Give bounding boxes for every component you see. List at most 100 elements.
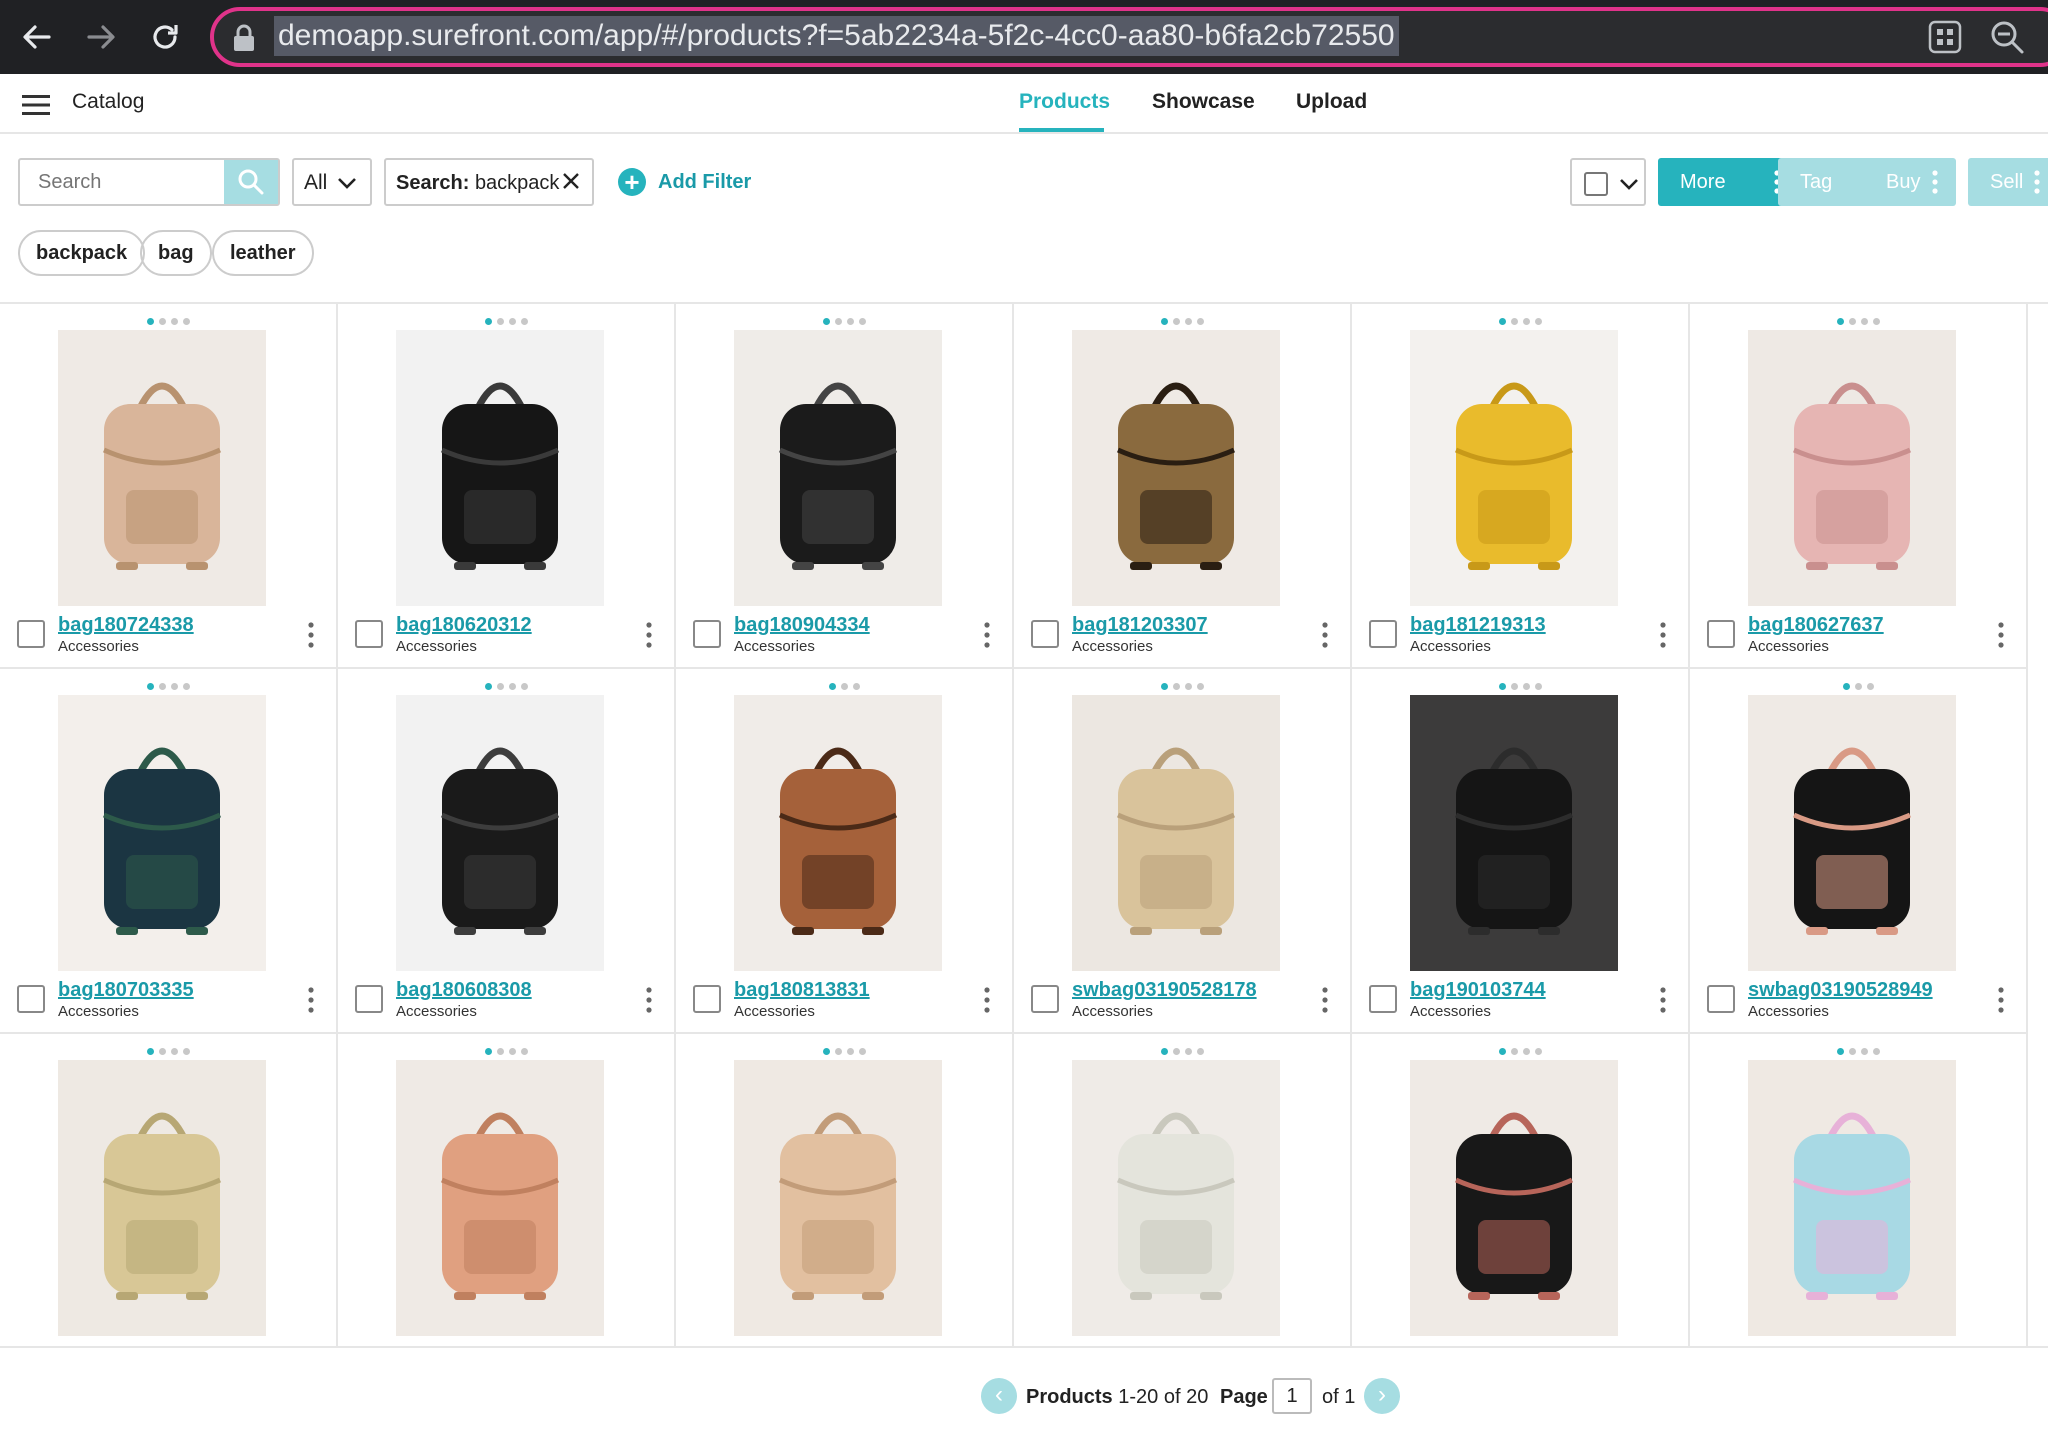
product-image[interactable] xyxy=(734,1060,942,1336)
product-card[interactable] xyxy=(0,1034,338,1346)
scope-select[interactable]: All xyxy=(292,158,372,206)
product-image[interactable] xyxy=(1748,695,1956,971)
tab-showcase[interactable]: Showcase xyxy=(1152,90,1255,114)
image-carousel-dots[interactable] xyxy=(1014,683,1350,690)
product-card[interactable]: bag180627637 Accessories xyxy=(1690,304,2028,669)
image-carousel-dots[interactable] xyxy=(0,318,336,325)
hamburger-menu-icon[interactable] xyxy=(20,92,52,118)
product-checkbox[interactable] xyxy=(355,620,383,648)
product-name-link[interactable]: bag180724338 xyxy=(58,614,194,637)
product-checkbox[interactable] xyxy=(355,985,383,1013)
product-image[interactable] xyxy=(1748,330,1956,606)
image-carousel-dots[interactable] xyxy=(1352,683,1688,690)
product-image[interactable] xyxy=(1748,1060,1956,1336)
product-card[interactable]: bag181219313 Accessories xyxy=(1352,304,1690,669)
product-checkbox[interactable] xyxy=(1369,985,1397,1013)
image-carousel-dots[interactable] xyxy=(0,683,336,690)
image-carousel-dots[interactable] xyxy=(1690,1048,2026,1055)
prev-page-button[interactable]: ‹ xyxy=(981,1378,1017,1414)
image-carousel-dots[interactable] xyxy=(1690,683,2026,690)
product-card[interactable] xyxy=(1690,1034,2028,1346)
product-checkbox[interactable] xyxy=(17,985,45,1013)
tab-upload[interactable]: Upload xyxy=(1296,90,1367,114)
product-name-link[interactable]: bag180813831 xyxy=(734,979,870,1002)
product-name-link[interactable]: swbag03190528949 xyxy=(1748,979,1933,1002)
product-name-link[interactable]: bag181203307 xyxy=(1072,614,1208,637)
kebab-menu-icon[interactable] xyxy=(1322,622,1328,648)
apps-grid-icon[interactable] xyxy=(1926,18,1964,56)
product-checkbox[interactable] xyxy=(1031,985,1059,1013)
product-checkbox[interactable] xyxy=(693,620,721,648)
product-card[interactable]: bag181203307 Accessories xyxy=(1014,304,1352,669)
image-carousel-dots[interactable] xyxy=(676,1048,1012,1055)
product-card[interactable]: swbag03190528949 Accessories xyxy=(1690,669,2028,1034)
image-carousel-dots[interactable] xyxy=(676,318,1012,325)
tag-chip[interactable]: leather xyxy=(212,230,314,276)
image-carousel-dots[interactable] xyxy=(1014,1048,1350,1055)
product-name-link[interactable]: swbag03190528178 xyxy=(1072,979,1257,1002)
product-name-link[interactable]: bag190103744 xyxy=(1410,979,1546,1002)
product-card[interactable] xyxy=(1014,1034,1352,1346)
sell-button[interactable]: Sell xyxy=(1968,158,2048,206)
url-text[interactable]: demoapp.surefront.com/app/#/products?f=5… xyxy=(274,16,1399,56)
image-carousel-dots[interactable] xyxy=(676,683,1012,690)
product-checkbox[interactable] xyxy=(1369,620,1397,648)
product-image[interactable] xyxy=(1410,1060,1618,1336)
product-image[interactable] xyxy=(1072,330,1280,606)
search-button[interactable] xyxy=(224,160,278,204)
kebab-menu-icon[interactable] xyxy=(646,622,652,648)
reload-icon[interactable] xyxy=(140,12,190,62)
image-carousel-dots[interactable] xyxy=(1352,1048,1688,1055)
product-card[interactable] xyxy=(676,1034,1014,1346)
product-name-link[interactable]: bag180608308 xyxy=(396,979,532,1002)
product-card[interactable]: bag180620312 Accessories xyxy=(338,304,676,669)
kebab-menu-icon[interactable] xyxy=(1660,987,1666,1013)
next-page-button[interactable]: › xyxy=(1364,1378,1400,1414)
tab-products[interactable]: Products xyxy=(1019,90,1110,114)
kebab-menu-icon[interactable] xyxy=(1322,987,1328,1013)
product-card[interactable]: bag180608308 Accessories xyxy=(338,669,676,1034)
image-carousel-dots[interactable] xyxy=(1690,318,2026,325)
tag-chip[interactable]: bag xyxy=(140,230,212,276)
product-checkbox[interactable] xyxy=(17,620,45,648)
kebab-menu-icon[interactable] xyxy=(984,622,990,648)
kebab-menu-icon[interactable] xyxy=(308,622,314,648)
kebab-menu-icon[interactable] xyxy=(1998,987,2004,1013)
product-image[interactable] xyxy=(1410,330,1618,606)
product-image[interactable] xyxy=(58,1060,266,1336)
product-card[interactable] xyxy=(1352,1034,1690,1346)
zoom-out-icon[interactable] xyxy=(1988,18,2026,56)
product-card[interactable]: bag190103744 Accessories xyxy=(1352,669,1690,1034)
product-checkbox[interactable] xyxy=(1707,620,1735,648)
product-card[interactable]: bag180724338 Accessories xyxy=(0,304,338,669)
product-card[interactable] xyxy=(338,1034,676,1346)
product-card[interactable]: bag180813831 Accessories xyxy=(676,669,1014,1034)
search-input[interactable] xyxy=(20,160,225,204)
close-icon[interactable] xyxy=(562,172,580,190)
product-card[interactable]: bag180703335 Accessories xyxy=(0,669,338,1034)
product-name-link[interactable]: bag180904334 xyxy=(734,614,870,637)
product-image[interactable] xyxy=(396,1060,604,1336)
kebab-menu-icon[interactable] xyxy=(1998,622,2004,648)
kebab-menu-icon[interactable] xyxy=(646,987,652,1013)
product-image[interactable] xyxy=(734,695,942,971)
page-number-input[interactable]: 1 xyxy=(1272,1378,1312,1414)
product-image[interactable] xyxy=(1072,695,1280,971)
product-image[interactable] xyxy=(1072,1060,1280,1336)
product-card[interactable]: swbag03190528178 Accessories xyxy=(1014,669,1352,1034)
kebab-menu-icon[interactable] xyxy=(308,987,314,1013)
kebab-menu-icon[interactable] xyxy=(1660,622,1666,648)
product-name-link[interactable]: bag181219313 xyxy=(1410,614,1546,637)
product-image[interactable] xyxy=(58,330,266,606)
product-image[interactable] xyxy=(396,695,604,971)
image-carousel-dots[interactable] xyxy=(1014,318,1350,325)
image-carousel-dots[interactable] xyxy=(338,318,674,325)
image-carousel-dots[interactable] xyxy=(0,1048,336,1055)
tag-button[interactable]: Tag xyxy=(1778,158,1874,206)
bulk-select-dropdown[interactable] xyxy=(1570,158,1646,206)
image-carousel-dots[interactable] xyxy=(1352,318,1688,325)
back-icon[interactable] xyxy=(12,12,62,62)
forward-icon[interactable] xyxy=(76,12,126,62)
product-card[interactable]: bag180904334 Accessories xyxy=(676,304,1014,669)
product-name-link[interactable]: bag180703335 xyxy=(58,979,194,1002)
